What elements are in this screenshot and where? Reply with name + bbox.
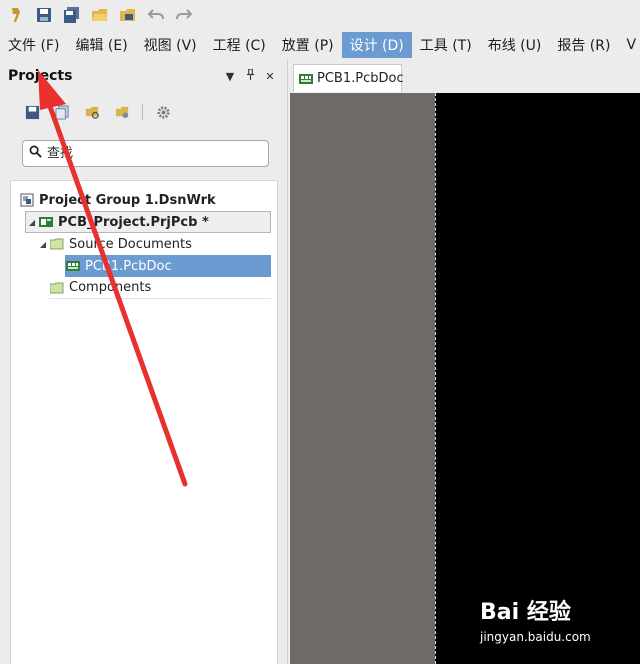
tree-item-label: Components xyxy=(69,280,152,295)
menu-reports[interactable]: 报告 (R) xyxy=(549,32,618,58)
tab-label: PCB1.PcbDoc xyxy=(317,71,404,86)
tree-item-label: PCB_Project.PrjPcb * xyxy=(58,214,209,230)
documents-icon[interactable] xyxy=(50,100,74,124)
menu-project[interactable]: 工程 (C) xyxy=(205,32,274,58)
quick-access-toolbar xyxy=(0,0,640,30)
open-project-icon[interactable] xyxy=(116,3,140,27)
open-folder-icon[interactable] xyxy=(88,3,112,27)
document-area: PCB1.PcbDoc xyxy=(290,60,640,664)
undo-icon[interactable] xyxy=(144,3,168,27)
baidu-watermark: Bai 经验 jingyan.baidu.com xyxy=(480,594,610,652)
menu-place[interactable]: 放置 (P) xyxy=(274,32,342,58)
menu-file[interactable]: 文件 (F) xyxy=(0,32,67,58)
tree-item-components[interactable]: Components xyxy=(49,277,271,299)
save-all-icon[interactable] xyxy=(60,3,84,27)
tree-item-label: Source Documents xyxy=(69,236,192,252)
tree-item-source-documents[interactable]: ◢ Source Documents xyxy=(37,233,194,255)
menu-bar: 文件 (F) 编辑 (E) 视图 (V) 工程 (C) 放置 (P) 设计 (D… xyxy=(0,30,640,60)
panel-toolbar xyxy=(0,92,287,132)
toolbar-separator xyxy=(142,104,143,120)
menu-tools[interactable]: 工具 (T) xyxy=(412,32,480,58)
folder-icon xyxy=(49,281,65,295)
collapse-icon[interactable]: ◢ xyxy=(26,218,38,227)
pcb-canvas-board[interactable] xyxy=(435,93,640,664)
save-icon[interactable] xyxy=(32,3,56,27)
collapse-icon[interactable]: ◢ xyxy=(37,240,49,249)
search-icon xyxy=(29,145,42,162)
tree-item-pcb-doc[interactable]: PCB1.PcbDoc xyxy=(65,255,271,277)
folder-settings-icon[interactable] xyxy=(110,100,134,124)
folder-search-icon[interactable] xyxy=(80,100,104,124)
watermark-logo: Bai 经验 xyxy=(480,600,571,625)
redo-icon[interactable] xyxy=(172,3,196,27)
menu-window-truncated[interactable]: V xyxy=(618,32,640,58)
search-input[interactable] xyxy=(47,146,247,161)
menu-edit[interactable]: 编辑 (E) xyxy=(67,32,135,58)
folder-icon xyxy=(49,237,65,251)
app-logo-icon[interactable] xyxy=(4,3,28,27)
panel-dropdown-icon[interactable]: ▼ xyxy=(221,70,239,83)
pin-icon[interactable] xyxy=(241,68,259,83)
workspace-icon xyxy=(19,193,35,207)
tree-item-label: PCB1.PcbDoc xyxy=(85,258,172,274)
pcb-project-icon xyxy=(38,215,54,229)
gear-icon[interactable] xyxy=(151,100,175,124)
panel-header: Projects ▼ ✕ xyxy=(0,60,287,92)
panel-title: Projects xyxy=(8,68,73,84)
search-box xyxy=(22,140,269,167)
pcb-doc-icon xyxy=(299,72,313,86)
projects-panel: Projects ▼ ✕ 查找 Project Group 1.DsnWrk ◢… xyxy=(0,60,288,664)
project-tree: Project Group 1.DsnWrk ◢ PCB_Project.Prj… xyxy=(10,180,278,664)
tree-item-project-group[interactable]: Project Group 1.DsnWrk xyxy=(19,189,218,211)
watermark-url: jingyan.baidu.com xyxy=(480,630,591,644)
save-icon[interactable] xyxy=(20,100,44,124)
tree-item-project[interactable]: ◢ PCB_Project.PrjPcb * xyxy=(25,211,271,233)
menu-route[interactable]: 布线 (U) xyxy=(480,32,550,58)
menu-design[interactable]: 设计 (D) xyxy=(341,32,412,58)
pcb-doc-icon xyxy=(65,259,81,273)
tab-pcb-doc[interactable]: PCB1.PcbDoc xyxy=(293,64,404,92)
pcb-canvas-margin[interactable] xyxy=(290,93,435,664)
close-icon[interactable]: ✕ xyxy=(261,70,279,83)
menu-view[interactable]: 视图 (V) xyxy=(136,32,205,58)
tree-item-label: Project Group 1.DsnWrk xyxy=(39,192,216,208)
